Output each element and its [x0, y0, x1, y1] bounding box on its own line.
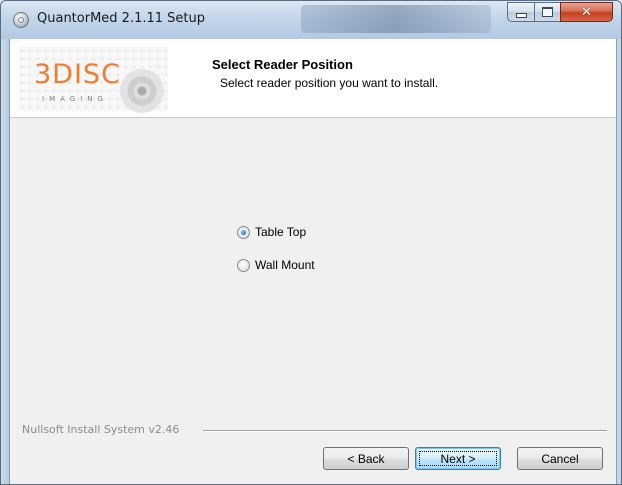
setup-disc-icon[interactable] [13, 12, 29, 28]
logo-subtext: IMAGING [42, 95, 108, 103]
page-title: Select Reader Position [212, 57, 353, 72]
back-button[interactable]: < Back [323, 447, 409, 470]
option-table-top[interactable]: Table Top [237, 224, 306, 240]
option-label-wall-mount: Wall Mount [255, 258, 315, 272]
maximize-icon [542, 7, 553, 17]
next-button-label: Next > [440, 451, 476, 466]
company-logo: 3DISC IMAGING [18, 47, 168, 113]
option-label-table-top: Table Top [255, 225, 307, 239]
minimize-icon [515, 13, 527, 18]
caption-buttons: ✕ [507, 2, 613, 22]
cancel-button[interactable]: Cancel [517, 447, 603, 470]
radio-button-table-top[interactable] [237, 225, 250, 239]
window-title: QuantorMed 2.1.11 Setup [37, 11, 205, 26]
branding-line: Nullsoft Install System v2.46 [10, 423, 616, 437]
close-button[interactable]: ✕ [560, 2, 613, 22]
radio-button-wall-mount[interactable] [237, 258, 250, 272]
page-subtitle: Select reader position you want to insta… [220, 76, 439, 90]
installer-client-area: 3DISC IMAGING Select Reader Position Sel… [9, 39, 617, 484]
title-bar-background-blur [301, 5, 491, 33]
option-wall-mount[interactable]: Wall Mount [237, 257, 315, 273]
next-button[interactable]: Next > [415, 447, 501, 470]
disc-graphic [120, 69, 164, 113]
maximize-button[interactable] [534, 2, 560, 22]
title-bar[interactable]: QuantorMed 2.1.11 Setup ✕ [1, 1, 621, 39]
branding-text: Nullsoft Install System v2.46 [22, 423, 180, 436]
logo-text: 3DISC [34, 59, 121, 90]
setup-window: QuantorMed 2.1.11 Setup ✕ 3DISC IMAGING … [0, 0, 622, 485]
divider [203, 430, 607, 432]
close-icon: ✕ [581, 4, 592, 20]
minimize-button[interactable] [507, 2, 534, 22]
page-header: 3DISC IMAGING Select Reader Position Sel… [10, 39, 616, 118]
